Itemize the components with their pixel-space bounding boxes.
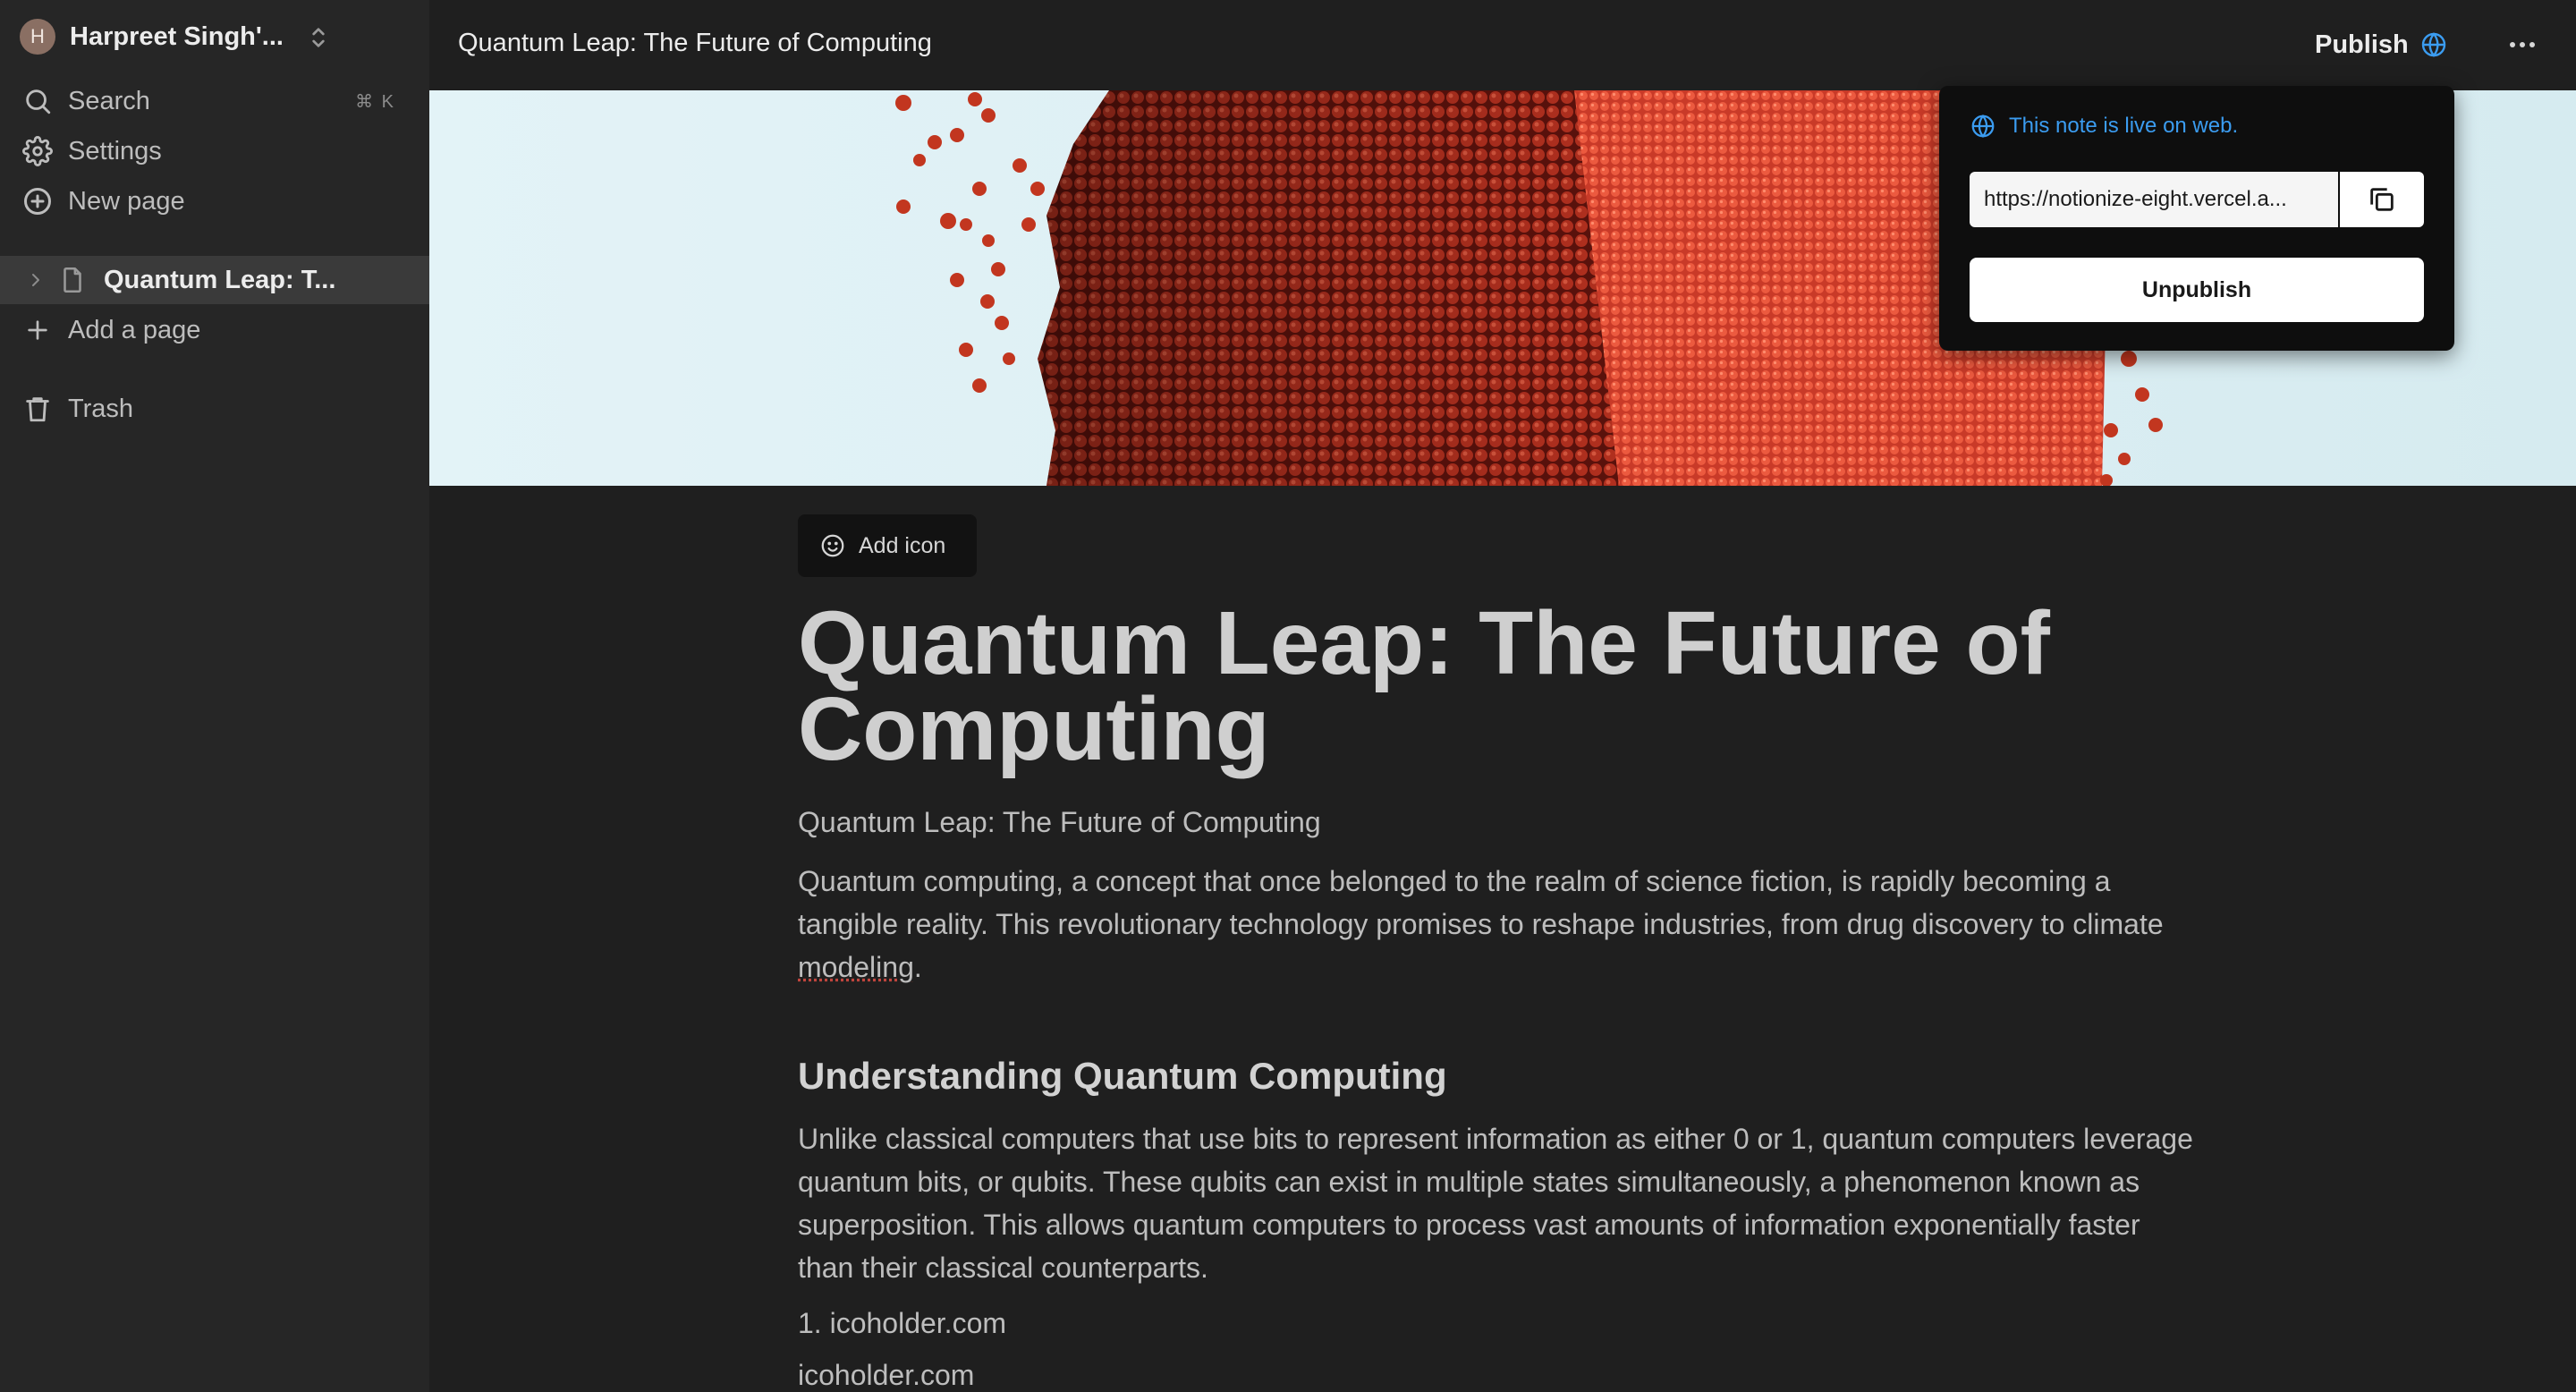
copy-url-button[interactable] bbox=[2338, 172, 2424, 227]
sidebar-item-label: Trash bbox=[68, 394, 134, 423]
published-url-field[interactable]: https://notionize-eight.vercel.a... bbox=[1970, 172, 2338, 227]
more-options-button[interactable] bbox=[2501, 27, 2544, 63]
sidebar-item-trash[interactable]: Trash bbox=[20, 388, 410, 429]
list-item[interactable]: 1. icoholder.com bbox=[798, 1307, 1006, 1340]
sidebar-item-label: New page bbox=[68, 186, 185, 216]
chevron-right-icon[interactable] bbox=[25, 269, 47, 291]
sidebar-item-new-page[interactable]: New page bbox=[20, 181, 410, 222]
gear-icon bbox=[20, 133, 55, 169]
workspace-switcher[interactable]: H Harpreet Singh'... bbox=[20, 18, 395, 55]
smile-icon bbox=[821, 534, 844, 557]
paragraph-text: Quantum computing, a concept that once b… bbox=[798, 865, 2164, 940]
plus-circle-icon bbox=[20, 183, 55, 219]
paragraph-text: . bbox=[913, 951, 922, 983]
document-subtitle[interactable]: Quantum Leap: The Future of Computing bbox=[798, 806, 1321, 839]
sidebar-item-label: Settings bbox=[68, 136, 162, 166]
avatar: H bbox=[20, 19, 55, 55]
unpublish-button[interactable]: Unpublish bbox=[1970, 258, 2424, 322]
paragraph-body[interactable]: Unlike classical computers that use bits… bbox=[798, 1117, 2193, 1289]
copy-icon bbox=[2370, 188, 2394, 211]
live-status-text: This note is live on web. bbox=[2009, 114, 2239, 138]
paragraph-intro[interactable]: Quantum computing, a concept that once b… bbox=[798, 860, 2193, 989]
misspelled-word: modeling bbox=[798, 951, 914, 983]
sidebar-item-search[interactable]: Search ⌘ K bbox=[20, 81, 410, 122]
document-icon bbox=[64, 267, 81, 293]
live-status: This note is live on web. bbox=[1970, 113, 2238, 140]
globe-icon bbox=[1971, 114, 1995, 139]
more-horizontal-icon bbox=[2510, 42, 2535, 47]
add-icon-button[interactable]: Add icon bbox=[798, 514, 977, 577]
top-bar: Quantum Leap: The Future of Computing Pu… bbox=[429, 0, 2576, 90]
sidebar: H Harpreet Singh'... Search ⌘ K Settings… bbox=[0, 0, 429, 1392]
sidebar-item-label: Search bbox=[68, 86, 150, 115]
sidebar-page-label: Quantum Leap: T... bbox=[104, 265, 336, 294]
globe-icon bbox=[2421, 32, 2445, 57]
sidebar-page-item[interactable]: Quantum Leap: T... bbox=[0, 256, 429, 304]
chevron-up-down-icon bbox=[312, 28, 325, 47]
page-title[interactable]: Quantum Leap: The Future of Computing bbox=[798, 598, 2193, 774]
sidebar-item-settings[interactable]: Settings bbox=[20, 131, 410, 172]
breadcrumb-title[interactable]: Quantum Leap: The Future of Computing bbox=[458, 29, 932, 58]
trash-icon bbox=[20, 391, 55, 427]
add-icon-label: Add icon bbox=[859, 532, 946, 558]
publish-popover: This note is live on web. https://notion… bbox=[1939, 86, 2454, 351]
workspace-name: Harpreet Singh'... bbox=[70, 21, 284, 51]
list-item[interactable]: icoholder.com bbox=[798, 1359, 974, 1392]
publish-label: Publish bbox=[2315, 30, 2409, 59]
search-icon bbox=[20, 83, 55, 119]
app-window: H Harpreet Singh'... Search ⌘ K Settings… bbox=[0, 0, 2576, 1392]
section-heading[interactable]: Understanding Quantum Computing bbox=[798, 1055, 1447, 1098]
add-page-button[interactable]: Add a page bbox=[20, 310, 410, 351]
shortcut-hint: ⌘ K bbox=[355, 91, 395, 112]
plus-icon bbox=[20, 312, 55, 348]
publish-button[interactable]: Publish bbox=[2315, 25, 2448, 64]
sidebar-item-label: Add a page bbox=[68, 315, 201, 344]
